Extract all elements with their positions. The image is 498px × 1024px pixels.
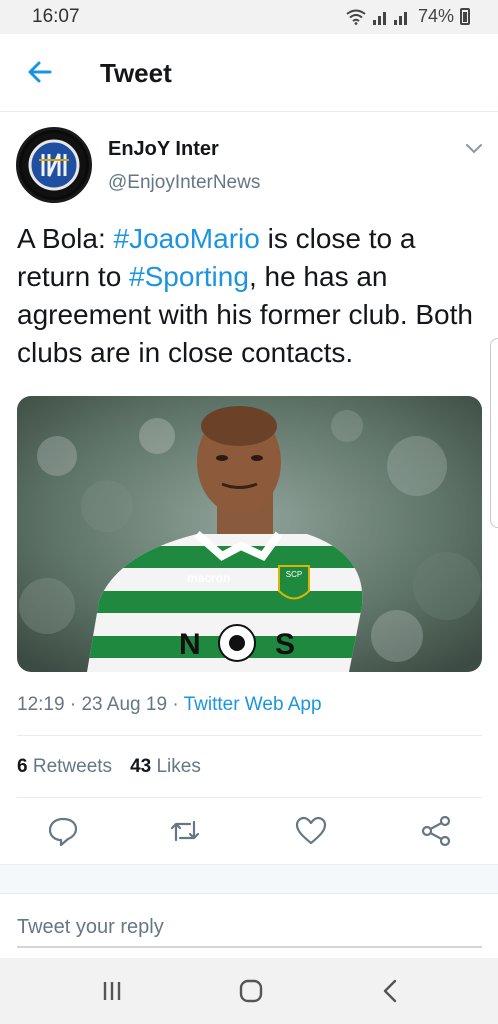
player-photo: SCP macron N S	[17, 396, 482, 672]
retweets-count: 6	[17, 756, 28, 777]
retweet-icon[interactable]	[168, 814, 202, 848]
home-icon[interactable]	[236, 976, 266, 1006]
recent-apps-icon[interactable]	[97, 976, 127, 1006]
meta-separator: ·	[172, 694, 179, 715]
avatar[interactable]	[16, 127, 92, 203]
author-handle[interactable]: @EnjoyInterNews	[108, 172, 260, 194]
scroll-handle[interactable]	[490, 338, 498, 528]
status-icons: 74%	[346, 6, 470, 27]
tweet-stats: 6 Retweets 43 Likes	[17, 756, 201, 778]
section-gap	[0, 864, 498, 894]
tweet-text: A Bola: #JoaoMario is close to a return …	[17, 220, 482, 372]
like-icon[interactable]	[294, 814, 328, 848]
author-name[interactable]: EnJoY Inter	[108, 138, 219, 161]
back-icon[interactable]	[376, 976, 406, 1006]
status-time: 16:07	[32, 6, 80, 27]
kit-sponsor: macron	[187, 571, 230, 585]
likes-count: 43	[130, 756, 152, 777]
shirt-text-left: N	[179, 628, 201, 661]
inter-logo-icon	[22, 133, 86, 197]
wifi-icon	[346, 9, 366, 25]
battery-percent: 74%	[417, 6, 454, 26]
battery-icon	[460, 8, 470, 25]
reply-input[interactable]	[17, 908, 482, 948]
status-bar: 16:07 74%	[0, 0, 498, 34]
likes-stat[interactable]: 43 Likes	[130, 756, 201, 778]
hashtag-link[interactable]: #JoaoMario	[114, 223, 260, 254]
app-header: Tweet	[0, 34, 498, 112]
tweet-text-part: A Bola:	[17, 223, 114, 254]
crest-text: SCP	[286, 570, 302, 579]
reply-icon[interactable]	[46, 814, 80, 848]
tweet-date: 23 Aug 19	[81, 694, 168, 715]
hashtag-link[interactable]: #Sporting	[129, 261, 249, 292]
tweet-time: 12:19	[17, 694, 65, 715]
back-arrow-icon[interactable]	[24, 56, 56, 88]
system-nav-bar	[0, 958, 498, 1024]
share-icon[interactable]	[419, 814, 453, 848]
retweets-stat[interactable]: 6 Retweets	[17, 756, 112, 778]
divider	[17, 797, 482, 798]
tweet-source-link[interactable]: Twitter Web App	[184, 694, 322, 715]
page-title: Tweet	[100, 58, 172, 88]
retweets-label: Retweets	[32, 756, 113, 777]
meta-separator: ·	[69, 694, 77, 715]
tweet-meta: 12:19 · 23 Aug 19 · Twitter Web App	[17, 694, 322, 716]
likes-label: Likes	[156, 756, 201, 777]
shirt-text-right: S	[275, 628, 295, 661]
chevron-down-icon[interactable]	[463, 138, 485, 158]
signal-icon	[372, 11, 407, 25]
tweet-photo[interactable]: SCP macron N S	[17, 396, 482, 672]
divider	[17, 735, 482, 736]
